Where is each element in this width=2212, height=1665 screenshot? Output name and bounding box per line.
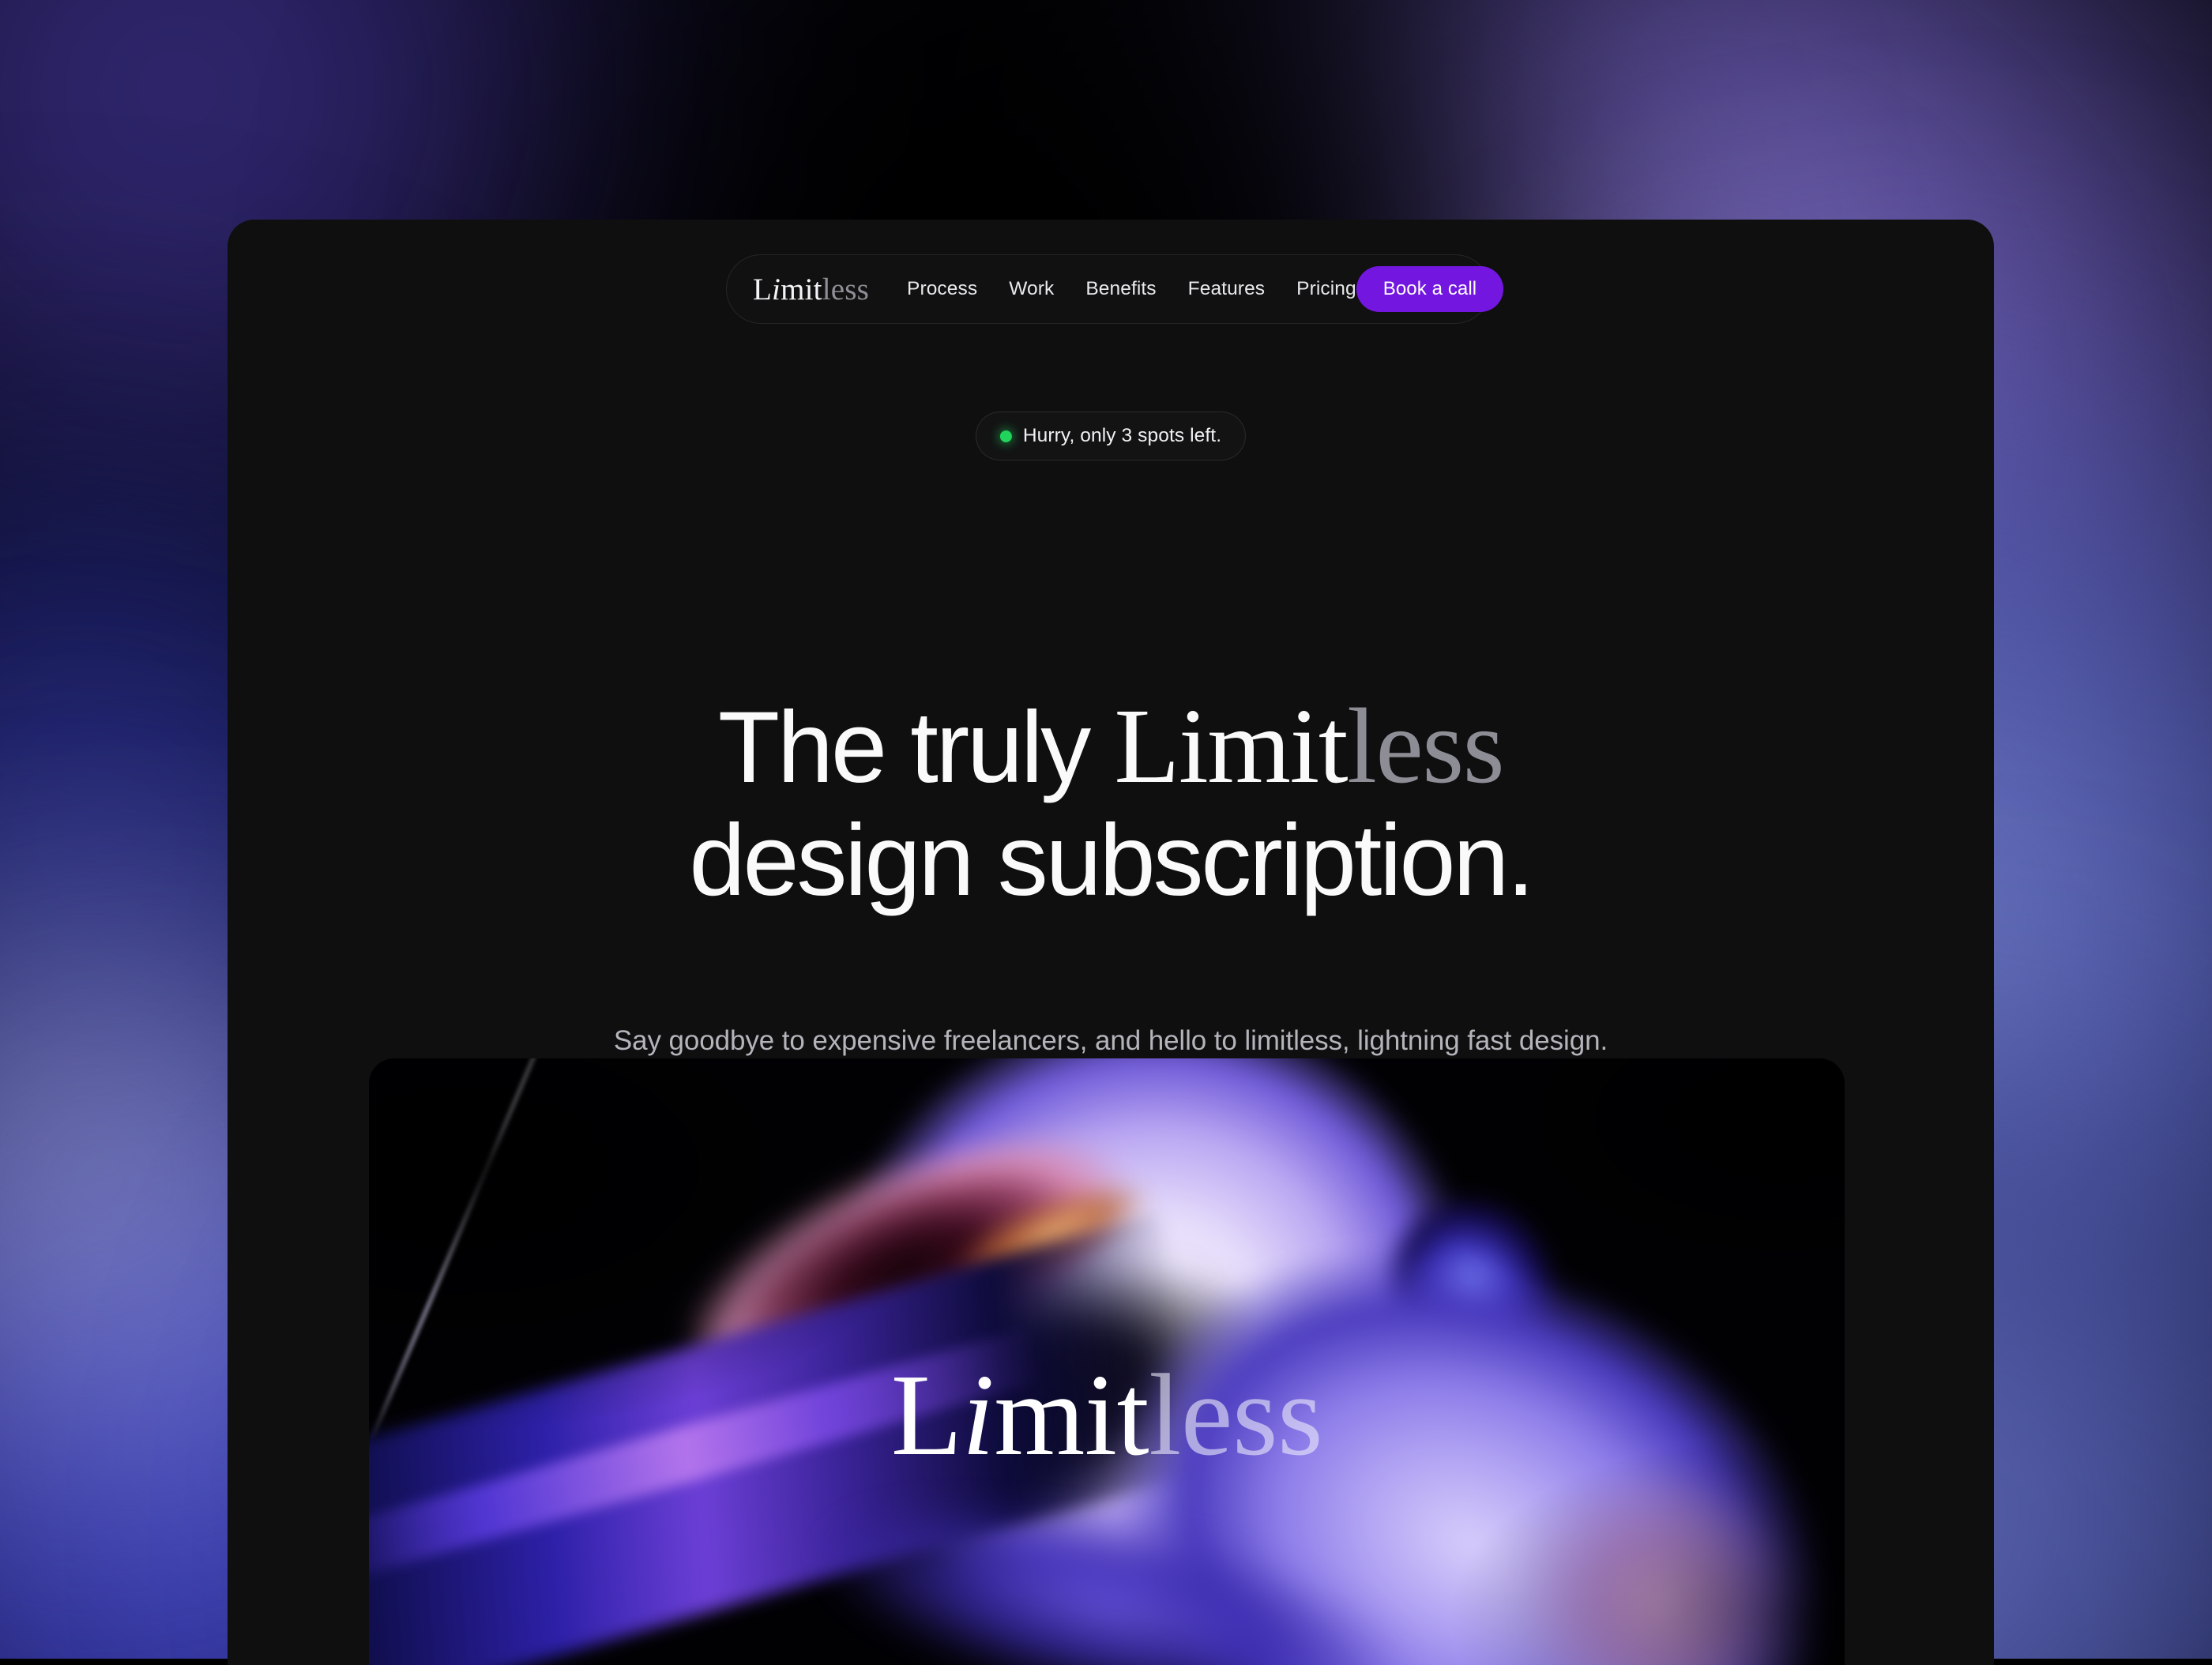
headline-serif-mit: mit bbox=[1207, 687, 1347, 806]
spots-left-badge: Hurry, only 3 spots left. bbox=[976, 412, 1246, 460]
brand-logo-i: i bbox=[772, 272, 781, 306]
brand-logo-primary: Limit bbox=[753, 272, 822, 306]
nav-link-features[interactable]: Features bbox=[1188, 272, 1265, 306]
nav-link-work[interactable]: Work bbox=[1009, 272, 1054, 306]
spots-left-text: Hurry, only 3 spots left. bbox=[1023, 425, 1221, 447]
headline-sans-part: The truly bbox=[718, 691, 1115, 804]
nav-link-process[interactable]: Process bbox=[907, 272, 977, 306]
nav-book-a-call-button[interactable]: Book a call bbox=[1356, 266, 1504, 312]
nav-link-benefits[interactable]: Benefits bbox=[1085, 272, 1156, 306]
headline-serif-less: less bbox=[1347, 687, 1503, 806]
showcase-wordmark-suffix: less bbox=[1149, 1351, 1322, 1480]
status-dot-icon bbox=[1000, 430, 1012, 442]
main-navbar: Limitless Process Work Benefits Features… bbox=[726, 254, 1490, 324]
showcase-wordmark-i: i bbox=[962, 1351, 995, 1480]
brand-logo[interactable]: Limitless bbox=[753, 274, 869, 305]
brand-logo-suffix: less bbox=[822, 272, 869, 306]
nav-link-pricing[interactable]: Pricing bbox=[1296, 272, 1356, 306]
headline-serif-l: L bbox=[1114, 687, 1179, 806]
showcase-wordmark-mit: mit bbox=[994, 1351, 1149, 1480]
hero-showcase-image: Limitless bbox=[369, 1058, 1845, 1665]
showcase-wordmark-l: L bbox=[891, 1351, 962, 1480]
brand-logo-mit: mit bbox=[781, 272, 822, 306]
hero-subheading: Say goodbye to expensive freelancers, an… bbox=[228, 1025, 1994, 1057]
landing-page-card: Limitless Process Work Benefits Features… bbox=[228, 220, 1994, 1665]
brand-logo-l: L bbox=[753, 272, 772, 306]
headline-line-2: design subscription. bbox=[228, 810, 1994, 913]
page-title: The truly Limitless design subscription. bbox=[228, 692, 1994, 912]
showcase-wordmark: Limitless bbox=[369, 1357, 1845, 1474]
showcase-wordmark-primary: Limit bbox=[891, 1351, 1149, 1480]
headline-serif-i: i bbox=[1179, 687, 1207, 806]
headline-line-1: The truly Limitless bbox=[228, 692, 1994, 802]
